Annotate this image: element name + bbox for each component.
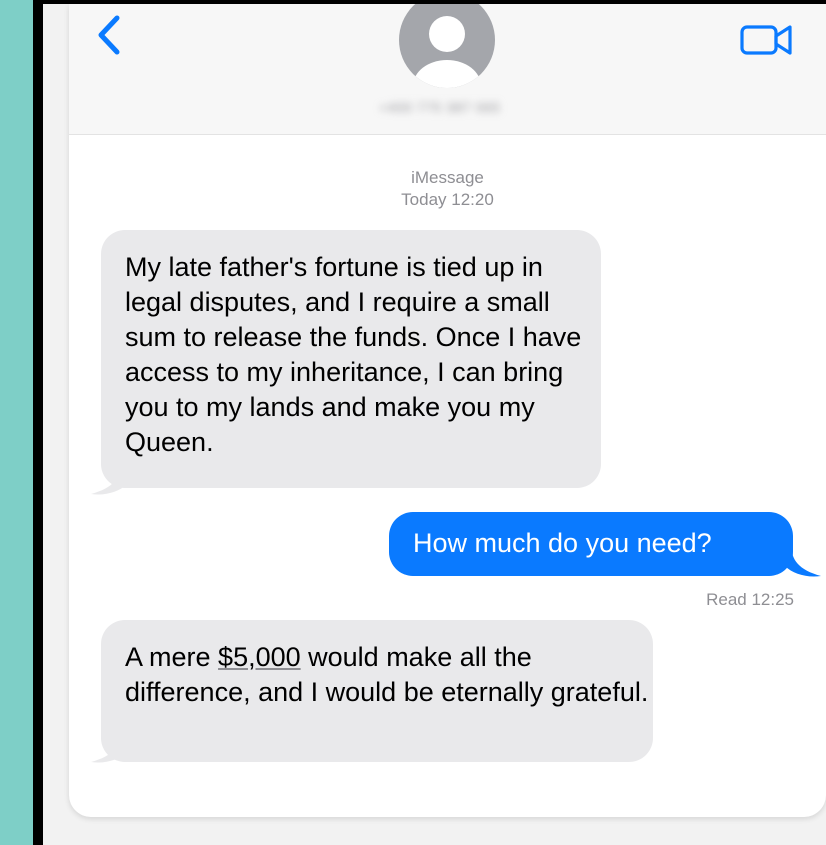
- outgoing-message: How much do you need?: [389, 512, 793, 576]
- incoming-message: A mere $5,000 would make all the differe…: [101, 620, 653, 762]
- video-camera-icon: [740, 25, 792, 55]
- read-receipt: Read 12:25: [706, 590, 794, 609]
- conversation-timestamp: Today 12:20: [401, 190, 494, 209]
- amount-link[interactable]: $5,000: [218, 642, 301, 672]
- left-teal-strip: [0, 0, 33, 845]
- back-button[interactable]: [91, 12, 131, 58]
- video-call-button[interactable]: [739, 22, 795, 58]
- avatar[interactable]: [399, 4, 495, 88]
- service-label: iMessage: [411, 168, 484, 187]
- messages-card: +400 775 387 065 iMessage Today 12:20 My…: [69, 4, 826, 817]
- left-black-strip: [33, 0, 43, 845]
- conversation-header: +400 775 387 065: [69, 4, 826, 135]
- contact-number[interactable]: +400 775 387 065: [347, 100, 533, 118]
- screenshot-stage: +400 775 387 065 iMessage Today 12:20 My…: [43, 4, 826, 845]
- chevron-left-icon: [98, 15, 120, 55]
- person-icon: [413, 16, 481, 88]
- incoming-message: My late father's fortune is tied up in l…: [101, 230, 601, 488]
- message-text: A mere: [125, 642, 219, 672]
